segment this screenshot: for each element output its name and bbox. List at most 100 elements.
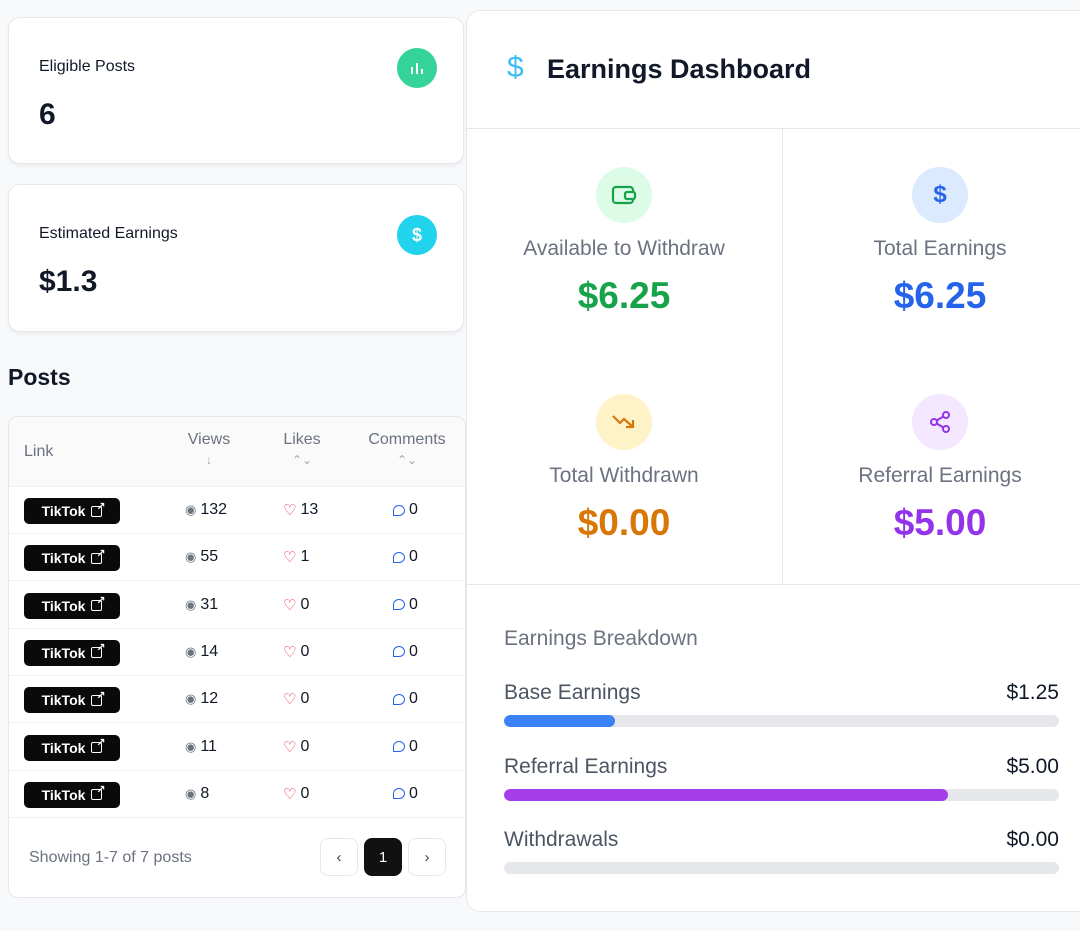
wallet-icon (596, 167, 652, 223)
column-views[interactable]: Views ↓ (181, 431, 237, 467)
breakdown-value: $1.25 (1006, 681, 1059, 704)
eye-icon: ◉ (185, 738, 197, 754)
likes-cell: ♡ 0 (283, 690, 309, 708)
table-row: TikTok◉14♡00 (9, 629, 465, 676)
comment-icon (393, 646, 405, 658)
views-cell: ◉ 12 (185, 690, 218, 708)
tiktok-link-label: TikTok (41, 597, 86, 614)
column-likes-label: Likes (283, 431, 321, 448)
eye-icon: ◉ (185, 502, 197, 517)
posts-title: Posts (8, 364, 71, 390)
tiktok-link-button[interactable]: TikTok (24, 781, 120, 808)
column-comments-label: Comments (368, 431, 446, 448)
tiktok-link-button[interactable]: TikTok (24, 687, 120, 714)
next-page-button[interactable]: › (408, 838, 446, 876)
views-cell: ◉ 55 (185, 548, 218, 566)
total-earnings-label: Total Earnings (873, 237, 1007, 260)
comment-icon (393, 693, 405, 705)
total-withdrawn-label: Total Withdrawn (549, 464, 699, 487)
table-row: TikTok◉12♡00 (9, 676, 465, 724)
heart-icon: ♡ (283, 691, 297, 709)
eligible-posts-card: Eligible Posts 6 (8, 17, 464, 164)
comments-cell: 0 (393, 643, 418, 661)
eye-icon: ◉ (185, 596, 197, 612)
heart-icon: ♡ (283, 738, 297, 756)
estimated-earnings-value: $1.3 (39, 265, 98, 298)
table-header: Link Views ↓ Likes ⌃⌄ Comments ⌃⌄ (9, 417, 465, 487)
eligible-posts-value: 6 (39, 98, 56, 131)
tiktok-link-label: TikTok (41, 644, 86, 661)
comments-cell: 0 (393, 501, 418, 519)
dollar-icon: $ (912, 167, 968, 223)
comments-value: 0 (409, 737, 418, 755)
tiktok-link-label: TikTok (41, 692, 86, 709)
likes-value: 0 (300, 737, 310, 755)
comment-icon (393, 551, 405, 563)
pagination-summary: Showing 1-7 of 7 posts (29, 849, 192, 866)
table-row: TikTok◉11♡00 (9, 724, 465, 771)
column-comments[interactable]: Comments ⌃⌄ (361, 431, 453, 467)
divider (782, 129, 783, 584)
sort-icon: ⌃⌄ (396, 453, 418, 467)
views-value: 132 (200, 501, 228, 518)
breakdown-value: $0.00 (1006, 828, 1059, 851)
sort-down-icon: ↓ (206, 453, 212, 467)
heart-icon: ♡ (283, 502, 297, 519)
tiktok-link-button[interactable]: TikTok (24, 639, 120, 666)
earnings-dashboard: $ Earnings Dashboard Available to Withdr… (466, 10, 1080, 912)
external-link-icon (91, 783, 105, 801)
comments-value: 0 (409, 642, 418, 660)
heart-icon: ♡ (283, 549, 297, 567)
sort-icon: ⌃⌄ (291, 453, 313, 467)
column-likes[interactable]: Likes ⌃⌄ (275, 431, 329, 467)
earnings-breakdown-title: Earnings Breakdown (504, 627, 698, 650)
tiktok-link-button[interactable]: TikTok (24, 498, 120, 524)
available-to-withdraw-tile: Available to Withdraw $6.25 (467, 129, 781, 356)
dashboard-title: Earnings Dashboard (547, 54, 812, 84)
share-icon (912, 394, 968, 450)
eye-icon: ◉ (185, 691, 197, 707)
comment-icon (393, 788, 405, 800)
progress-track (504, 788, 1059, 801)
comments-value: 0 (409, 548, 418, 566)
breakdown-label: Referral Earnings (504, 754, 668, 778)
comments-value: 0 (409, 784, 418, 802)
views-value: 8 (200, 784, 210, 802)
referral-earnings-value: $5.00 (893, 502, 987, 543)
trending-down-icon (596, 394, 652, 450)
external-link-icon (91, 736, 105, 753)
eye-icon: ◉ (185, 643, 197, 659)
comments-cell: 0 (393, 690, 418, 708)
comments-value: 0 (409, 595, 418, 613)
heart-icon: ♡ (283, 785, 297, 803)
column-link: Link (24, 443, 54, 460)
available-label: Available to Withdraw (523, 237, 725, 260)
heart-icon: ♡ (283, 643, 297, 661)
likes-value: 0 (300, 690, 310, 708)
breakdown-label: Base Earnings (504, 681, 641, 704)
views-value: 12 (200, 690, 219, 708)
likes-cell: ♡ 1 (283, 548, 309, 566)
comments-cell: 0 (393, 548, 418, 566)
likes-value: 0 (300, 595, 310, 613)
prev-page-button[interactable]: ‹ (320, 838, 358, 876)
comments-cell: 0 (393, 738, 418, 756)
column-views-label: Views (187, 431, 231, 448)
table-row: TikTok◉31♡00 (9, 582, 465, 629)
page-1-button[interactable]: 1 (364, 838, 402, 876)
tiktok-link-button[interactable]: TikTok (24, 545, 120, 572)
views-value: 11 (200, 737, 217, 755)
tiktok-link-label: TikTok (41, 503, 86, 519)
dashboard-header: $ Earnings Dashboard (467, 11, 1080, 129)
total-earnings-tile: $ Total Earnings $6.25 (783, 129, 1080, 356)
views-cell: ◉ 11 (185, 738, 217, 756)
tiktok-link-button[interactable]: TikTok (24, 592, 120, 619)
tiktok-link-button[interactable]: TikTok (24, 734, 120, 761)
tiktok-link-label: TikTok (41, 739, 86, 756)
likes-value: 0 (300, 642, 310, 660)
estimated-earnings-card: Estimated Earnings $1.3 $ (8, 184, 464, 332)
total-withdrawn-tile: Total Withdrawn $0.00 (467, 356, 781, 583)
likes-cell: ♡ 0 (283, 643, 309, 661)
comment-icon (393, 599, 405, 611)
tiktok-link-label: TikTok (41, 550, 86, 567)
